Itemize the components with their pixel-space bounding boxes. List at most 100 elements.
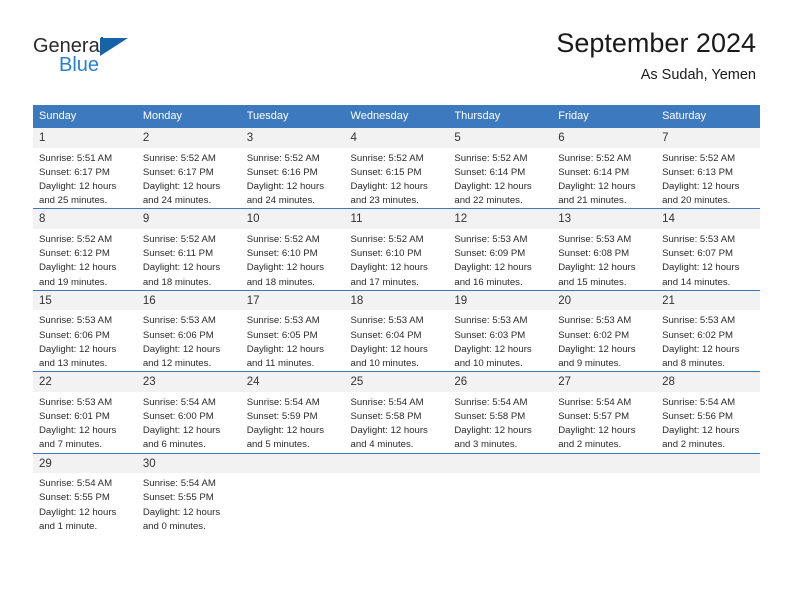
sunrise-text: Sunrise: 5:53 AM — [350, 315, 424, 327]
day-details: Sunrise: 5:53 AM Sunset: 6:08 PM Daylight:… — [552, 229, 656, 290]
calendar-day-cell[interactable]: 24 Sunrise: 5:54 AM Sunset: 5:59 PM Dayligh… — [240, 371, 345, 454]
calendar-day-cell[interactable]: 11 Sunrise: 5:52 AM Sunset: 6:10 PM Dayligh… — [344, 208, 449, 291]
day-number: 21 — [656, 290, 760, 311]
sunrise-text: Sunrise: 5:52 AM — [142, 152, 216, 164]
weekday-header-thursday: Thursday — [448, 105, 553, 128]
calendar-day-cell[interactable]: 30 Sunrise: 5:54 AM Sunset: 5:55 PM Dayligh… — [136, 452, 241, 534]
calendar-day-cell[interactable]: 9 Sunrise: 5:52 AM Sunset: 6:11 PM Daylight… — [136, 208, 241, 291]
day-number — [552, 453, 657, 474]
calendar-day-cell[interactable]: 8 Sunrise: 5:52 AM Sunset: 6:12 PM Daylight… — [33, 208, 137, 291]
calendar-day-cell[interactable]: 7 Sunrise: 5:52 AM Sunset: 6:13 PM Daylight… — [656, 126, 760, 209]
calendar-day-cell[interactable]: 23 Sunrise: 5:54 AM Sunset: 6:00 PM Dayligh… — [136, 371, 241, 454]
sunrise-text: Sunrise: 5:54 AM — [246, 396, 320, 408]
sunrise-text: Sunrise: 5:53 AM — [39, 315, 113, 327]
day-details: Sunrise: 5:51 AM Sunset: 6:17 PM Daylight:… — [33, 148, 137, 209]
daylight-text-line2: and 16 minutes. — [454, 276, 523, 288]
daylight-text-line2: and 10 minutes. — [454, 357, 523, 369]
calendar-day-cell[interactable]: 16 Sunrise: 5:53 AM Sunset: 6:06 PM Dayligh… — [136, 289, 241, 372]
calendar-day-cell[interactable]: 1 Sunrise: 5:51 AM Sunset: 6:17 PM Daylight… — [33, 126, 137, 209]
calendar-day-cell[interactable]: 14 Sunrise: 5:53 AM Sunset: 6:07 PM Dayligh… — [656, 208, 760, 291]
sunrise-text: Sunrise: 5:53 AM — [454, 234, 528, 246]
daylight-text-line1: Daylight: 12 hours — [558, 425, 636, 437]
calendar-day-cell-empty — [448, 452, 553, 534]
day-number: 1 — [33, 128, 137, 148]
calendar-day-cell[interactable]: 25 Sunrise: 5:54 AM Sunset: 5:58 PM Dayligh… — [344, 371, 449, 454]
sunset-text: Sunset: 5:56 PM — [662, 411, 733, 422]
calendar-day-cell[interactable]: 19 Sunrise: 5:53 AM Sunset: 6:03 PM Dayligh… — [448, 289, 553, 372]
calendar-day-cell[interactable]: 12 Sunrise: 5:53 AM Sunset: 6:09 PM Dayligh… — [448, 208, 553, 291]
calendar-day-cell[interactable]: 13 Sunrise: 5:53 AM Sunset: 6:08 PM Dayligh… — [552, 208, 657, 291]
daylight-text-line1: Daylight: 12 hours — [350, 425, 428, 437]
brand-logo[interactable]: General Blue — [33, 26, 143, 78]
sunset-text: Sunset: 6:14 PM — [558, 166, 630, 178]
day-number: 26 — [448, 372, 553, 392]
daylight-text-line1: Daylight: 12 hours — [142, 343, 221, 355]
sunset-text: Sunset: 6:06 PM — [39, 329, 110, 341]
calendar-day-cell[interactable]: 17 Sunrise: 5:53 AM Sunset: 6:05 PM Dayligh… — [240, 289, 345, 372]
calendar-day-cell[interactable]: 28 Sunrise: 5:54 AM Sunset: 5:56 PM Dayligh… — [656, 371, 760, 454]
day-details: Sunrise: 5:53 AM Sunset: 6:03 PM Daylight:… — [448, 310, 552, 371]
sunset-text: Sunset: 5:58 PM — [350, 411, 422, 422]
calendar-week-row: 8 Sunrise: 5:52 AM Sunset: 6:12 PM Daylight… — [33, 208, 760, 291]
sunset-text: Sunset: 6:00 PM — [142, 411, 214, 422]
sunset-text: Sunset: 6:12 PM — [39, 248, 110, 260]
daylight-text-line1: Daylight: 12 hours — [558, 181, 636, 193]
calendar-day-cell[interactable]: 22 Sunrise: 5:53 AM Sunset: 6:01 PM Dayligh… — [33, 371, 137, 454]
calendar-day-cell[interactable]: 10 Sunrise: 5:52 AM Sunset: 6:10 PM Dayligh… — [240, 208, 345, 291]
sunset-text: Sunset: 6:10 PM — [246, 248, 318, 260]
day-number: 24 — [240, 372, 345, 392]
weekday-header-sunday: Sunday — [33, 105, 137, 128]
day-details: Sunrise: 5:52 AM Sunset: 6:16 PM Daylight:… — [241, 148, 345, 209]
daylight-text-line1: Daylight: 12 hours — [142, 181, 221, 193]
calendar-day-cell[interactable]: 29 Sunrise: 5:54 AM Sunset: 5:55 PM Dayligh… — [33, 452, 137, 534]
day-number: 2 — [136, 128, 241, 148]
calendar-day-cell[interactable]: 4 Sunrise: 5:52 AM Sunset: 6:15 PM Daylight… — [344, 126, 449, 209]
daylight-text-line1: Daylight: 12 hours — [142, 506, 221, 518]
daylight-text-line1: Daylight: 12 hours — [246, 262, 325, 274]
daylight-text-line1: Daylight: 12 hours — [662, 343, 740, 355]
day-number: 30 — [136, 453, 241, 474]
calendar-day-cell[interactable]: 20 Sunrise: 5:53 AM Sunset: 6:02 PM Dayligh… — [552, 289, 657, 372]
daylight-text-line2: and 15 minutes. — [558, 276, 627, 288]
daylight-text-line1: Daylight: 12 hours — [246, 343, 325, 355]
day-details: Sunrise: 5:54 AM Sunset: 6:00 PM Daylight:… — [137, 392, 241, 453]
day-details: Sunrise: 5:54 AM Sunset: 5:55 PM Daylight:… — [137, 473, 241, 534]
day-details: Sunrise: 5:54 AM Sunset: 5:58 PM Daylight:… — [448, 392, 552, 453]
sunrise-text: Sunrise: 5:52 AM — [454, 152, 528, 164]
sunrise-text: Sunrise: 5:52 AM — [142, 234, 216, 246]
day-number: 10 — [240, 209, 345, 230]
calendar-day-cell[interactable]: 2 Sunrise: 5:52 AM Sunset: 6:17 PM Daylight… — [136, 126, 241, 209]
calendar-week-row: 15 Sunrise: 5:53 AM Sunset: 6:06 PM Dayligh… — [33, 289, 760, 372]
daylight-text-line2: and 24 minutes. — [142, 195, 212, 207]
calendar-day-cell[interactable]: 6 Sunrise: 5:52 AM Sunset: 6:14 PM Daylight… — [552, 126, 657, 209]
brand-logo-general-text: General — [33, 35, 105, 57]
calendar-day-cell[interactable]: 3 Sunrise: 5:52 AM Sunset: 6:16 PM Daylight… — [240, 126, 345, 209]
day-details: Sunrise: 5:52 AM Sunset: 6:14 PM Daylight:… — [552, 148, 656, 209]
sunrise-text: Sunrise: 5:53 AM — [246, 315, 320, 327]
calendar-day-cell[interactable]: 5 Sunrise: 5:52 AM Sunset: 6:14 PM Daylight… — [448, 126, 553, 209]
day-number: 19 — [448, 290, 553, 311]
calendar-day-cell[interactable]: 18 Sunrise: 5:53 AM Sunset: 6:04 PM Dayligh… — [344, 289, 449, 372]
daylight-text-line2: and 2 minutes. — [558, 439, 622, 451]
location-subtitle: As Sudah, Yemen — [640, 67, 756, 84]
sunset-text: Sunset: 5:55 PM — [142, 492, 214, 504]
day-details: Sunrise: 5:53 AM Sunset: 6:04 PM Daylight:… — [345, 310, 449, 371]
day-number: 12 — [448, 209, 553, 230]
sunset-text: Sunset: 5:55 PM — [39, 492, 110, 504]
daylight-text-line1: Daylight: 12 hours — [142, 425, 221, 437]
sunset-text: Sunset: 6:10 PM — [350, 248, 422, 260]
daylight-text-line1: Daylight: 12 hours — [39, 262, 117, 274]
calendar-day-cell[interactable]: 27 Sunrise: 5:54 AM Sunset: 5:57 PM Dayligh… — [552, 371, 657, 454]
sunrise-text: Sunrise: 5:54 AM — [662, 396, 736, 408]
daylight-text-line2: and 13 minutes. — [39, 357, 108, 369]
page-header: General Blue September 2024 As Sudah, Ye… — [0, 0, 792, 83]
day-number: 18 — [344, 290, 449, 311]
calendar-day-cell[interactable]: 21 Sunrise: 5:53 AM Sunset: 6:02 PM Dayligh… — [656, 289, 760, 372]
month-calendar-table: Sunday Monday Tuesday Wednesday Thursday Frid… — [33, 105, 760, 534]
day-details: Sunrise: 5:53 AM Sunset: 6:07 PM Daylight:… — [656, 229, 760, 290]
day-number: 20 — [552, 290, 657, 311]
daylight-text-line2: and 10 minutes. — [350, 357, 419, 369]
sunrise-text: Sunrise: 5:52 AM — [350, 152, 424, 164]
calendar-day-cell[interactable]: 15 Sunrise: 5:53 AM Sunset: 6:06 PM Dayligh… — [33, 289, 137, 372]
calendar-day-cell[interactable]: 26 Sunrise: 5:54 AM Sunset: 5:58 PM Dayligh… — [448, 371, 553, 454]
